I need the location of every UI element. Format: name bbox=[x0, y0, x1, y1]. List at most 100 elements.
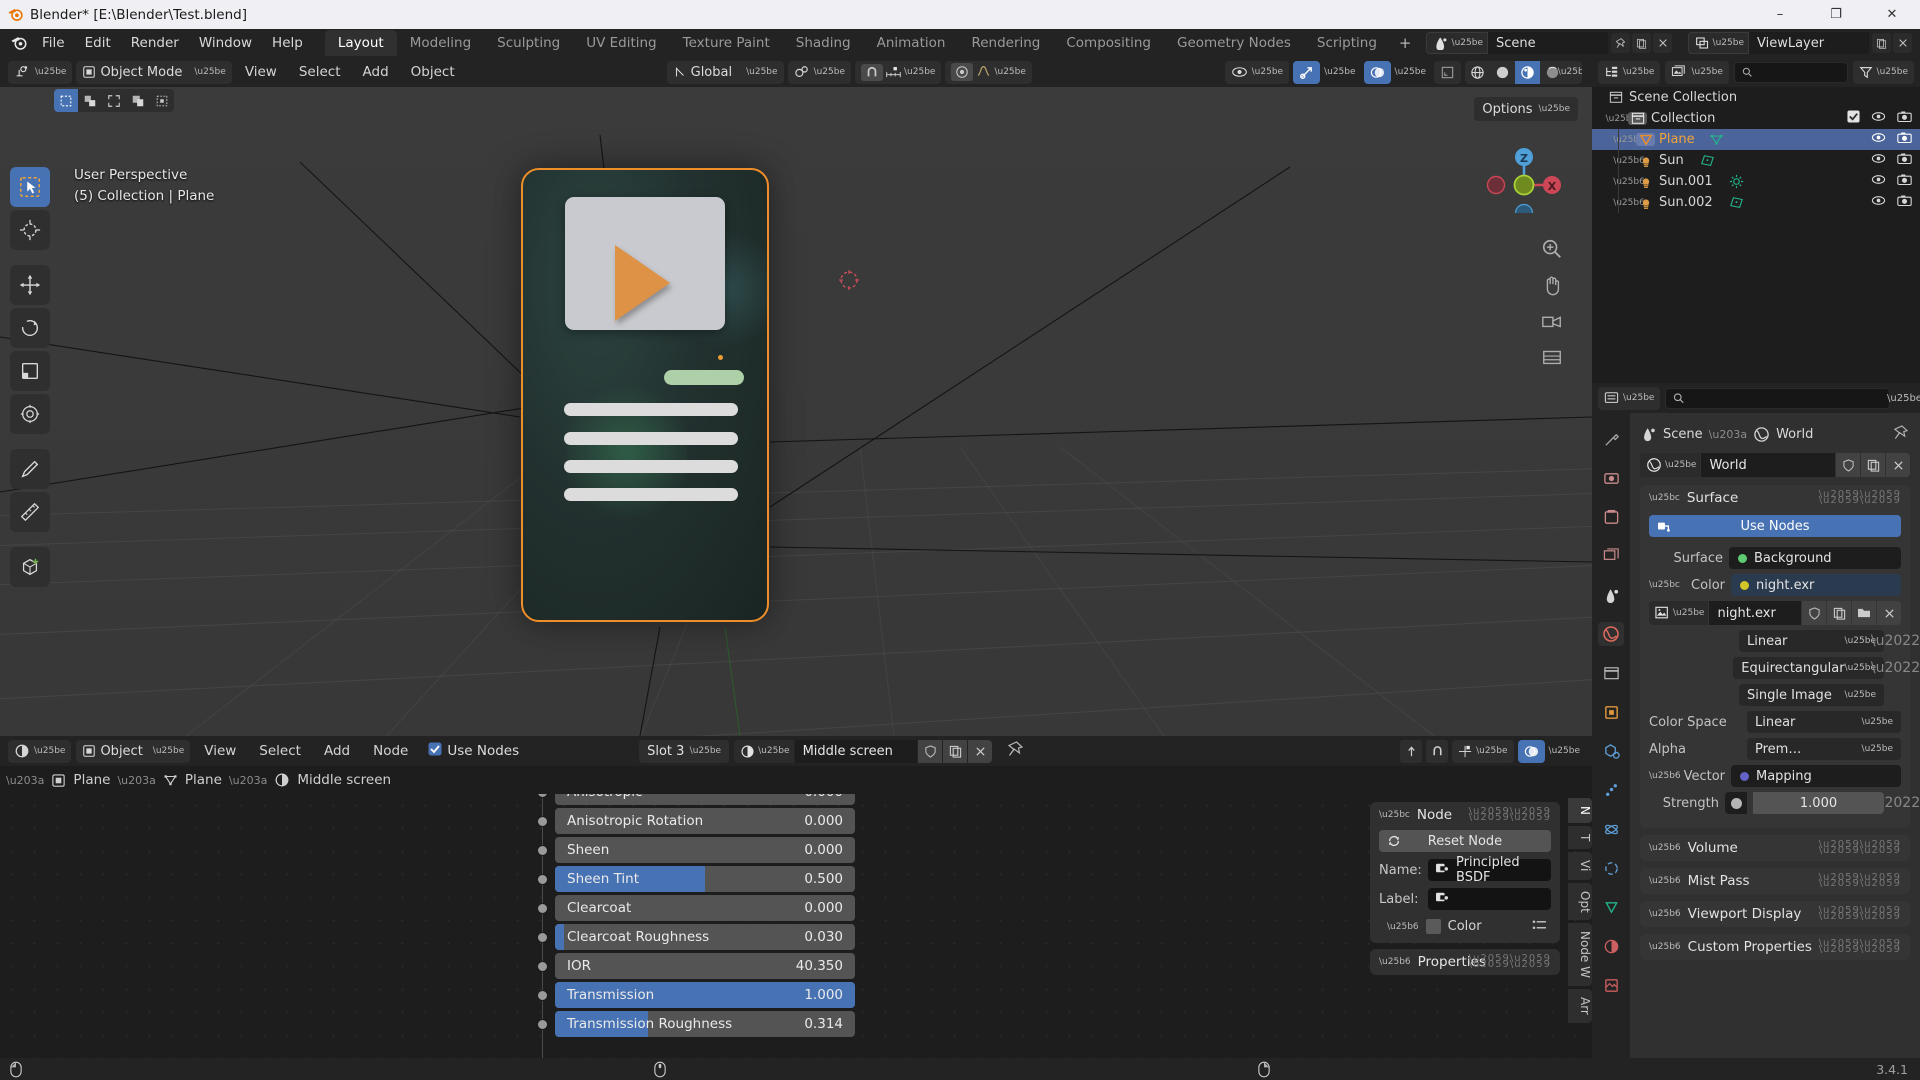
node-property-row[interactable]: Transmission 1.000 bbox=[537, 981, 855, 1009]
workspace-tab-sculpting[interactable]: Sculpting bbox=[484, 30, 573, 56]
image-id-block[interactable]: \u25be night.exr bbox=[1649, 601, 1901, 625]
viewport-menu-select[interactable]: Select bbox=[290, 61, 350, 83]
anisotropic-rotation-slider[interactable]: Anisotropic Rotation 0.000 bbox=[555, 808, 855, 834]
chevron-down-icon[interactable]: \u25bc bbox=[1649, 493, 1680, 503]
properties-editor[interactable]: \u25be \u25be Scene \u203a World \u25be … bbox=[1592, 383, 1920, 1059]
material-unlink-button[interactable] bbox=[968, 739, 993, 763]
camera-icon[interactable] bbox=[1897, 131, 1912, 148]
surface-row[interactable]: Surface Background bbox=[1649, 547, 1901, 569]
animate-property-dot[interactable]: \u2022 bbox=[1871, 633, 1920, 649]
chevron-right-icon[interactable]: \u25b6 bbox=[1649, 942, 1681, 952]
tab-collection[interactable] bbox=[1598, 661, 1624, 685]
properties-search-input[interactable] bbox=[1689, 390, 1882, 406]
transform-tool[interactable] bbox=[10, 394, 50, 434]
projection-dropdown[interactable]: Equirectangular \u25be bbox=[1733, 657, 1884, 679]
sidebar-tab-arrange[interactable]: Arr bbox=[1568, 989, 1592, 1024]
browse-world-button[interactable]: \u25be bbox=[1640, 453, 1701, 477]
sheen-tint-slider[interactable]: Sheen Tint 0.500 bbox=[555, 866, 855, 892]
outliner-row-collection[interactable]: \u25bc Collection bbox=[1592, 108, 1920, 129]
outliner-search-input[interactable] bbox=[1757, 64, 1840, 80]
camera-icon[interactable] bbox=[1897, 152, 1912, 169]
node-name-row[interactable]: Name: Principled BSDF bbox=[1379, 855, 1551, 885]
viewport-canvas[interactable] bbox=[0, 87, 1592, 736]
tweak-select-button[interactable] bbox=[54, 89, 78, 112]
properties-search-box[interactable] bbox=[1665, 387, 1890, 409]
pin-icon[interactable] bbox=[1893, 424, 1909, 444]
reset-node-button[interactable]: Reset Node bbox=[1379, 830, 1551, 852]
snapping-pivot-dropdown[interactable]: \u25be bbox=[787, 60, 852, 84]
menu-file[interactable]: File bbox=[32, 32, 75, 54]
browse-material-button[interactable]: \u25be bbox=[734, 739, 794, 763]
node-socket-icon[interactable] bbox=[537, 1019, 548, 1030]
tab-output[interactable] bbox=[1598, 505, 1624, 529]
eye-icon[interactable] bbox=[1871, 132, 1886, 147]
tab-modifiers[interactable] bbox=[1598, 739, 1624, 763]
eye-icon[interactable] bbox=[1871, 195, 1886, 210]
interpolation-dropdown[interactable]: Linear \u25be bbox=[1739, 630, 1884, 652]
node-name-field[interactable]: Principled BSDF bbox=[1428, 855, 1551, 885]
properties-editor-type-button[interactable]: \u25be bbox=[1598, 386, 1661, 410]
strength-row[interactable]: Strength 1.000 \u2022 bbox=[1649, 792, 1920, 814]
node-snap-icon[interactable] bbox=[1426, 739, 1449, 763]
use-nodes-checkbox-group[interactable]: Use Nodes bbox=[422, 742, 519, 760]
colorspace-dropdown[interactable]: Linear \u25be bbox=[1747, 711, 1901, 733]
shading-options-chevron[interactable]: \u25be bbox=[1558, 61, 1582, 84]
browse-image-button[interactable]: \u25be bbox=[1649, 601, 1709, 625]
gizmo-toggle[interactable] bbox=[1293, 60, 1321, 84]
viewport-menu-view[interactable]: View bbox=[236, 61, 286, 83]
close-button[interactable]: ✕ bbox=[1864, 0, 1920, 29]
delete-viewlayer-icon[interactable] bbox=[1893, 33, 1912, 53]
tab-object[interactable] bbox=[1598, 700, 1624, 724]
add-cube-tool[interactable] bbox=[10, 547, 50, 587]
panel-grip[interactable]: \u2059\u2059 \u2059\u2059 bbox=[1819, 873, 1901, 889]
material-fake-user-button[interactable] bbox=[918, 739, 943, 763]
shader-type-dropdown[interactable]: Object \u25be bbox=[76, 739, 191, 763]
editor-type-button[interactable]: \u25be bbox=[8, 60, 73, 84]
workspace-tab-layout[interactable]: Layout bbox=[324, 30, 397, 56]
tab-world[interactable] bbox=[1598, 622, 1624, 646]
node-label-row[interactable]: Label: bbox=[1379, 888, 1551, 910]
chevron-right-icon[interactable]: \u25b6 bbox=[1613, 135, 1645, 145]
use-nodes-checkbox[interactable] bbox=[428, 742, 442, 760]
animate-property-dot[interactable]: \u2022 bbox=[1871, 660, 1920, 676]
node-socket-icon[interactable] bbox=[537, 932, 548, 943]
surface-panel-body[interactable]: Use Nodes Surface Background \u25bc Colo… bbox=[1640, 511, 1920, 828]
workspace-tab-animation[interactable]: Animation bbox=[864, 30, 959, 56]
anisotropic-slider[interactable]: Anisotropic 0.000 bbox=[555, 794, 855, 805]
node-socket-icon[interactable] bbox=[537, 845, 548, 856]
tab-constraints[interactable] bbox=[1598, 856, 1624, 880]
viewport-display-panel[interactable]: \u25b6 Viewport Display \u2059\u2059 \u20… bbox=[1640, 901, 1910, 927]
image-fake-user-button[interactable] bbox=[1802, 601, 1826, 625]
new-scene-icon[interactable] bbox=[1632, 33, 1651, 53]
transmission-slider[interactable]: Transmission 1.000 bbox=[555, 982, 855, 1008]
panel-grip[interactable]: \u2059\u2059 \u2059\u2059 bbox=[1819, 906, 1901, 922]
chevron-down-icon[interactable]: \u25bc bbox=[1379, 810, 1410, 820]
node-sidebar-tabs[interactable]: N T Vi Opt Node W Arr bbox=[1568, 798, 1592, 1024]
transform-orientation-dropdown[interactable]: Global \u25be bbox=[666, 60, 784, 84]
pin-scene-icon[interactable] bbox=[1611, 33, 1630, 53]
chevron-right-icon[interactable]: \u25b6 bbox=[1649, 843, 1681, 853]
cursor-tool[interactable] bbox=[10, 210, 50, 250]
tab-scene[interactable] bbox=[1598, 583, 1624, 607]
vector-row[interactable]: \u25b6 Vector Mapping bbox=[1649, 765, 1901, 787]
viewport-toolbar[interactable] bbox=[10, 167, 50, 587]
sidebar-tab-view[interactable]: Vi bbox=[1568, 852, 1592, 880]
panel-grip[interactable]: \u2059\u2059 \u2059\u2059 bbox=[1819, 840, 1901, 856]
material-name-field[interactable]: Middle screen bbox=[794, 739, 918, 763]
visibility-dropdown[interactable]: \u25be bbox=[1224, 60, 1290, 84]
menu-window[interactable]: Window bbox=[189, 32, 262, 54]
workspace-tab-shading[interactable]: Shading bbox=[783, 30, 864, 56]
tab-view-layer[interactable] bbox=[1598, 544, 1624, 568]
solid-shading-button[interactable] bbox=[1490, 61, 1515, 84]
camera-icon[interactable] bbox=[1897, 194, 1912, 211]
workspace-tab-scripting[interactable]: Scripting bbox=[1304, 30, 1390, 56]
add-workspace-button[interactable]: + bbox=[1390, 30, 1421, 56]
tab-material[interactable] bbox=[1598, 934, 1624, 958]
node-socket-icon[interactable] bbox=[537, 903, 548, 914]
viewlayer-browse-button[interactable]: \u25be bbox=[1687, 32, 1749, 54]
unlink-world-button[interactable] bbox=[1886, 453, 1910, 477]
fake-user-button[interactable] bbox=[1836, 453, 1860, 477]
properties-body[interactable]: Scene \u203a World \u25be World \u25bc S… bbox=[1630, 413, 1920, 1059]
snap-increment-icon[interactable] bbox=[885, 66, 902, 79]
workspace-tab-rendering[interactable]: Rendering bbox=[958, 30, 1053, 56]
